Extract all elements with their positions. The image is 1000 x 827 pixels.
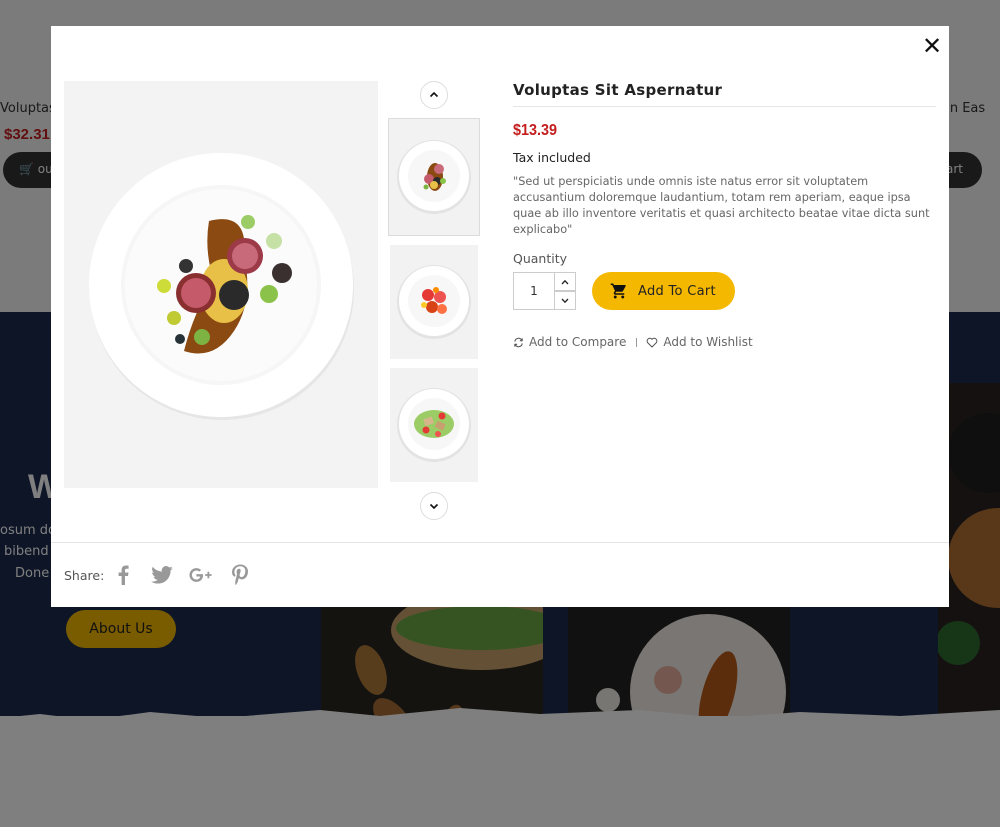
add-to-compare-link[interactable]: Add to Compare [513, 335, 626, 349]
product-actions: Add to Compare Add to Wishlist [513, 335, 753, 349]
chevron-up-icon [561, 279, 569, 284]
close-icon[interactable]: ✕ [921, 34, 943, 58]
thumbnail-chicken-salad[interactable] [390, 368, 478, 482]
quantity-decrease-button[interactable] [554, 291, 576, 310]
thumbnail-plated-dish[interactable] [388, 118, 480, 236]
google-plus-icon[interactable] [189, 563, 213, 587]
facebook-icon[interactable] [111, 563, 135, 587]
link-divider [636, 337, 638, 347]
add-to-cart-label: Add To Cart [638, 283, 716, 299]
cart-icon [610, 282, 628, 300]
heart-icon [647, 337, 658, 348]
product-description: "Sed ut perspiciatis unde omnis iste nat… [513, 175, 930, 236]
quick-view-modal: ✕ Voluptas Sit Aspernatur $13.39 Tax inc… [51, 26, 949, 607]
pinterest-icon[interactable] [228, 563, 252, 587]
add-to-cart-button[interactable]: Add To Cart [592, 272, 735, 310]
product-title: Voluptas Sit Aspernatur [513, 81, 936, 107]
tax-note: Tax included [513, 150, 591, 165]
share-label: Share: [64, 568, 105, 583]
add-to-wishlist-link[interactable]: Add to Wishlist [646, 335, 753, 349]
thumbnail-tomato-salad[interactable] [390, 245, 478, 359]
thumbnail-scroll-down[interactable] [420, 492, 448, 520]
quantity-label: Quantity [513, 251, 568, 266]
thumbnail-scroll-up[interactable] [420, 81, 448, 109]
chevron-down-icon [429, 503, 439, 510]
quantity-input[interactable]: 1 [513, 272, 555, 310]
refresh-icon [514, 337, 523, 347]
product-price: $13.39 [513, 122, 558, 139]
chevron-down-icon [561, 298, 569, 303]
twitter-icon[interactable] [150, 563, 174, 587]
quantity-increase-button[interactable] [554, 272, 576, 291]
chevron-up-icon [429, 91, 439, 98]
main-product-image[interactable] [64, 81, 378, 488]
share-bar: Share: [51, 542, 949, 607]
